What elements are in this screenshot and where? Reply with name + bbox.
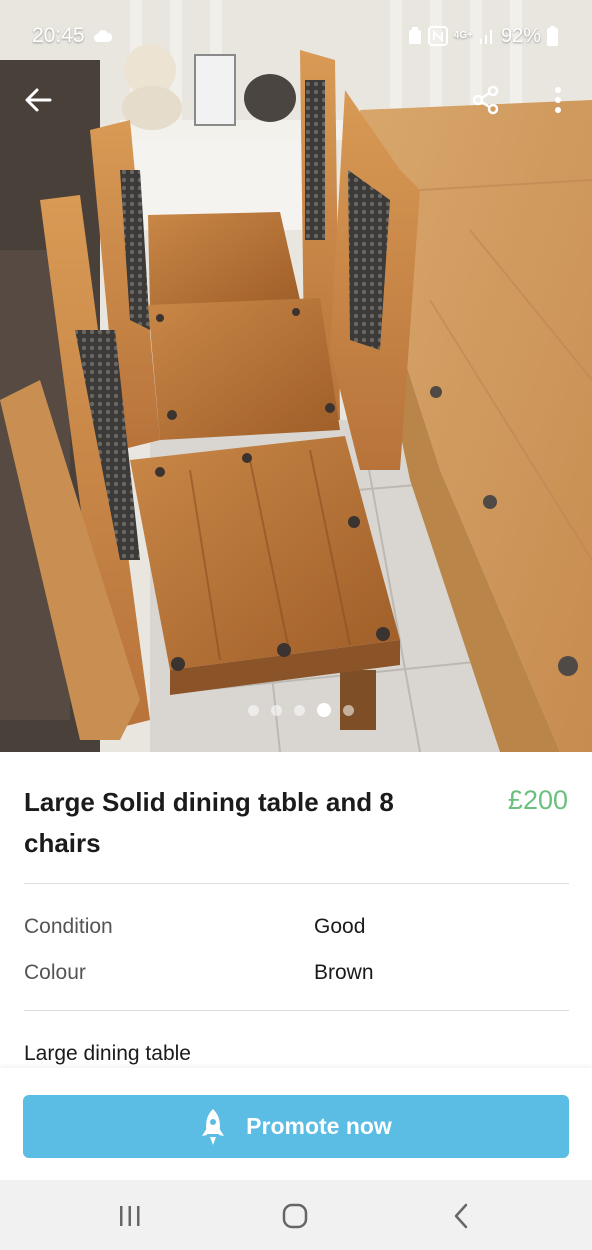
signal-icon xyxy=(479,27,495,45)
promote-label: Promote now xyxy=(246,1113,392,1139)
image-pager xyxy=(0,702,592,718)
status-time: 20:45 xyxy=(32,24,85,47)
network-4g-icon: 4G+ xyxy=(453,30,473,41)
pager-dot[interactable] xyxy=(271,704,282,716)
back-button[interactable] xyxy=(16,78,60,122)
battery-saver-icon xyxy=(408,27,422,45)
attribute-value: Good xyxy=(314,915,366,938)
status-bar: 20:45 4G+ 92% xyxy=(0,0,592,72)
pager-dot[interactable] xyxy=(248,704,259,716)
back-arrow-icon xyxy=(25,88,52,112)
pager-dot[interactable] xyxy=(343,704,354,716)
system-nav-bar xyxy=(0,1180,592,1250)
divider xyxy=(24,883,569,884)
listing-photo[interactable]: 20:45 4G+ 92% xyxy=(0,0,592,752)
share-icon xyxy=(472,85,499,115)
listing-details: Large Solid dining table and 8 chairs £2… xyxy=(0,752,592,1070)
attribute-row-colour: Colour Brown xyxy=(24,957,569,989)
attribute-label: Condition xyxy=(24,915,113,938)
battery-percent: 92% xyxy=(500,24,541,47)
pager-dot-active[interactable] xyxy=(317,703,331,717)
promote-bar: Promote now xyxy=(0,1068,592,1180)
nav-back-button[interactable] xyxy=(431,1194,491,1238)
home-button[interactable] xyxy=(265,1194,325,1238)
share-button[interactable] xyxy=(464,78,508,122)
attribute-label: Colour xyxy=(24,961,86,984)
cloud-icon xyxy=(93,29,113,43)
pager-dot[interactable] xyxy=(294,704,305,716)
recent-apps-icon xyxy=(120,1206,140,1226)
more-vertical-icon xyxy=(555,87,561,113)
listing-title: Large Solid dining table and 8 chairs xyxy=(24,787,394,858)
nav-back-icon xyxy=(454,1203,468,1229)
rocket-icon xyxy=(200,1108,226,1146)
battery-icon xyxy=(547,26,558,46)
nfc-icon xyxy=(427,26,448,46)
app-bar xyxy=(0,72,592,128)
listing-price: £200 xyxy=(507,785,568,815)
recent-apps-button[interactable] xyxy=(100,1194,160,1238)
attribute-row-condition: Condition Good xyxy=(24,911,569,943)
more-options-button[interactable] xyxy=(538,78,578,122)
divider xyxy=(24,1010,569,1011)
attribute-value: Brown xyxy=(314,961,374,984)
listing-description: Large dining table xyxy=(24,1042,191,1065)
promote-now-button[interactable]: Promote now xyxy=(23,1095,569,1158)
home-icon xyxy=(282,1203,308,1229)
